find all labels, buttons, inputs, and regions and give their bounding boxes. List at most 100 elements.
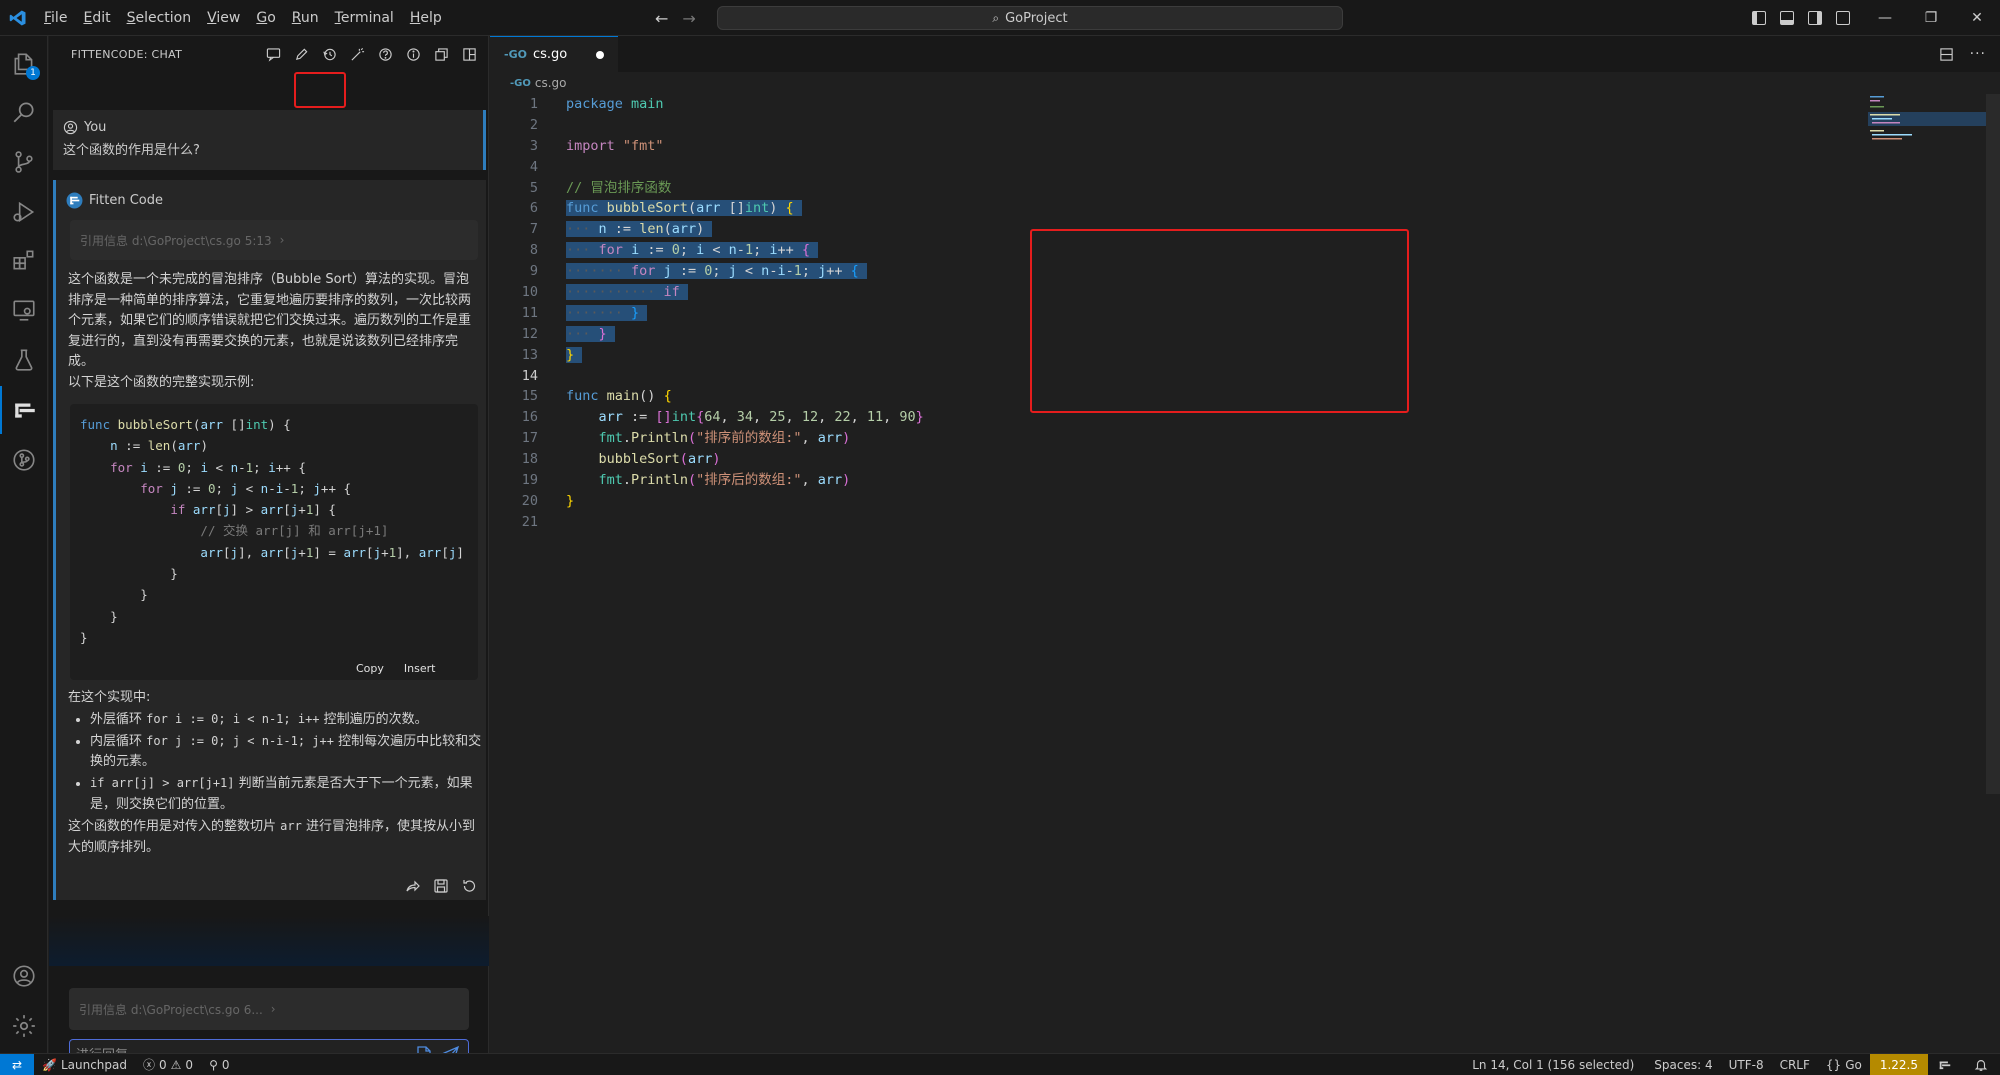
restore-icon[interactable]: ❐: [1908, 0, 1954, 36]
input-reference-chip[interactable]: 引用信息 d:\GoProject\cs.go 6... ›: [69, 988, 469, 1030]
menu-selection[interactable]: Selection: [119, 0, 200, 36]
notifications-bell-icon[interactable]: [1962, 1058, 2000, 1072]
info-icon[interactable]: [403, 44, 423, 64]
customize-layout-icon[interactable]: [1836, 11, 1850, 25]
search-icon[interactable]: [0, 88, 48, 136]
tab-cs-go[interactable]: -GO cs.go: [490, 36, 618, 72]
unsaved-dot-icon[interactable]: [596, 51, 604, 59]
reference-chip[interactable]: 引用信息 d:\GoProject\cs.go 5:13 ›: [70, 220, 478, 260]
error-icon: ⓧ: [143, 1058, 156, 1072]
list-item: 内层循环 for j := 0; j < n-i-1; j++ 控制每次遍历中比…: [90, 731, 482, 774]
extensions-icon[interactable]: [0, 236, 48, 284]
git-graph-icon[interactable]: [0, 436, 48, 484]
code-snippet: func bubbleSort(arr []int) { n := len(ar…: [70, 404, 478, 680]
go-file-icon: -GO: [510, 77, 531, 89]
new-chat-icon[interactable]: [263, 44, 283, 64]
error-count: 0: [159, 1057, 167, 1072]
save-icon[interactable]: [433, 878, 449, 894]
share-icon[interactable]: [405, 878, 421, 894]
list-item: 外层循环 for i := 0; i < n-1; i++ 控制遍历的次数。: [90, 709, 482, 731]
rocket-icon: 🚀: [42, 1057, 57, 1072]
warning-icon: ⚠: [170, 1057, 182, 1072]
editor-scrollbar[interactable]: [1986, 94, 2000, 794]
explorer-badge: 1: [26, 66, 40, 80]
copy-window-icon[interactable]: [431, 44, 451, 64]
cursor-position[interactable]: Ln 14, Col 1 (156 selected): [1464, 1058, 1642, 1072]
activity-bar: 1: [0, 36, 48, 1053]
testing-icon[interactable]: [0, 336, 48, 384]
help-question-icon[interactable]: [375, 44, 395, 64]
menu-help[interactable]: Help: [402, 0, 450, 36]
toggle-secondary-sidebar-icon[interactable]: [1808, 11, 1822, 25]
explorer-icon[interactable]: 1: [0, 40, 48, 88]
menu-run[interactable]: Run: [284, 0, 327, 36]
remote-indicator-icon[interactable]: ⇄: [0, 1053, 34, 1075]
settings-gear-icon[interactable]: [0, 1002, 48, 1050]
menu-go[interactable]: Go: [248, 0, 283, 36]
fittencode-chat-panel: FITTENCODE: CHAT You 这个函数的作用是什么? Fitten …: [49, 36, 489, 1071]
magic-wand-icon[interactable]: [347, 44, 367, 64]
language-mode[interactable]: {} Go: [1818, 1058, 1870, 1072]
breadcrumb-file[interactable]: cs.go: [535, 76, 567, 90]
status-right: Ln 14, Col 1 (156 selected) Spaces: 4 UT…: [1464, 1054, 2000, 1075]
braces-icon: {}: [1825, 1058, 1842, 1072]
toggle-primary-sidebar-icon[interactable]: [1752, 11, 1766, 25]
fittencode-status-icon[interactable]: [1928, 1058, 1962, 1072]
panel-header: FITTENCODE: CHAT: [49, 36, 488, 72]
user-question: 这个函数的作用是什么?: [63, 143, 200, 158]
launchpad-item[interactable]: 🚀 Launchpad: [34, 1058, 135, 1072]
run-debug-icon[interactable]: [0, 188, 48, 236]
go-version[interactable]: 1.22.5: [1869, 1054, 1928, 1075]
toggle-panel-icon[interactable]: [1780, 11, 1794, 25]
assistant-intro: 这个函数是一个未完成的冒泡排序（Bubble Sort）算法的实现。冒泡排序是一…: [68, 270, 482, 393]
menu-terminal[interactable]: Terminal: [327, 0, 402, 36]
menu-file[interactable]: File: [36, 0, 75, 36]
command-center-search[interactable]: ⌕ GoProject: [717, 6, 1343, 30]
split-panel-icon[interactable]: [459, 44, 479, 64]
forward-arrow-icon[interactable]: →: [682, 9, 695, 28]
reference-text: 引用信息 d:\GoProject\cs.go 5:13: [80, 233, 272, 248]
encoding[interactable]: UTF-8: [1721, 1058, 1772, 1072]
problems-item[interactable]: ⓧ 0 ⚠ 0: [135, 1056, 201, 1073]
code-line: 17 fmt.Println("排序前的数组:", arr): [521, 430, 851, 447]
input-reference-text: 引用信息 d:\GoProject\cs.go 6...: [79, 1002, 263, 1017]
ports-icon: ⚲: [209, 1057, 218, 1072]
history-icon[interactable]: [319, 44, 339, 64]
breadcrumb: -GO cs.go: [490, 72, 2000, 94]
search-icon: ⌕: [992, 10, 1000, 25]
split-editor-icon[interactable]: [1939, 47, 1954, 62]
user-message: You 这个函数的作用是什么?: [53, 110, 486, 170]
editor-actions: ···: [1939, 36, 1986, 72]
navigation-arrows: ← →: [655, 0, 696, 36]
regenerate-icon[interactable]: [461, 878, 477, 894]
accounts-icon[interactable]: [0, 952, 48, 1000]
editor-group: -GO cs.go ··· -GO cs.go 1 package main 2 …: [490, 36, 2000, 1053]
close-icon[interactable]: ✕: [1954, 0, 2000, 36]
insert-button[interactable]: Insert: [404, 662, 436, 675]
code-line: 21: [521, 513, 538, 530]
code-line: 20}: [521, 492, 575, 509]
vscode-logo-icon: [0, 0, 36, 36]
minimap[interactable]: [1868, 94, 1988, 154]
language-label: Go: [1845, 1058, 1862, 1072]
more-actions-icon[interactable]: ···: [1970, 46, 1986, 62]
edit-pencil-icon[interactable]: [291, 44, 311, 64]
copy-button[interactable]: Copy: [356, 662, 384, 675]
menu-edit[interactable]: Edit: [75, 0, 118, 36]
menu-view[interactable]: View: [199, 0, 248, 36]
summary-text: 这个函数的作用是对传入的整数切片 arr 进行冒泡排序，使其按从小到大的顺序排列…: [68, 818, 475, 855]
line-ending[interactable]: CRLF: [1772, 1058, 1818, 1072]
highlight-box-selection: [1030, 229, 1409, 413]
ports-count: 0: [221, 1057, 230, 1072]
chevron-right-icon: ›: [279, 233, 285, 247]
source-control-icon[interactable]: [0, 138, 48, 186]
back-arrow-icon[interactable]: ←: [655, 9, 668, 28]
ports-item[interactable]: ⚲ 0: [201, 1058, 237, 1072]
indentation[interactable]: Spaces: 4: [1642, 1058, 1720, 1072]
assistant-explanation: 在这个实现中: 外层循环 for i := 0; i < n-1; i++ 控制…: [68, 688, 482, 858]
launchpad-label: Launchpad: [60, 1057, 127, 1072]
remote-explorer-icon[interactable]: [0, 286, 48, 334]
fittencode-icon[interactable]: [0, 386, 48, 434]
code-line: 6 func bubbleSort(arr []int) {: [490, 198, 1990, 219]
minimize-icon[interactable]: —: [1862, 0, 1908, 36]
